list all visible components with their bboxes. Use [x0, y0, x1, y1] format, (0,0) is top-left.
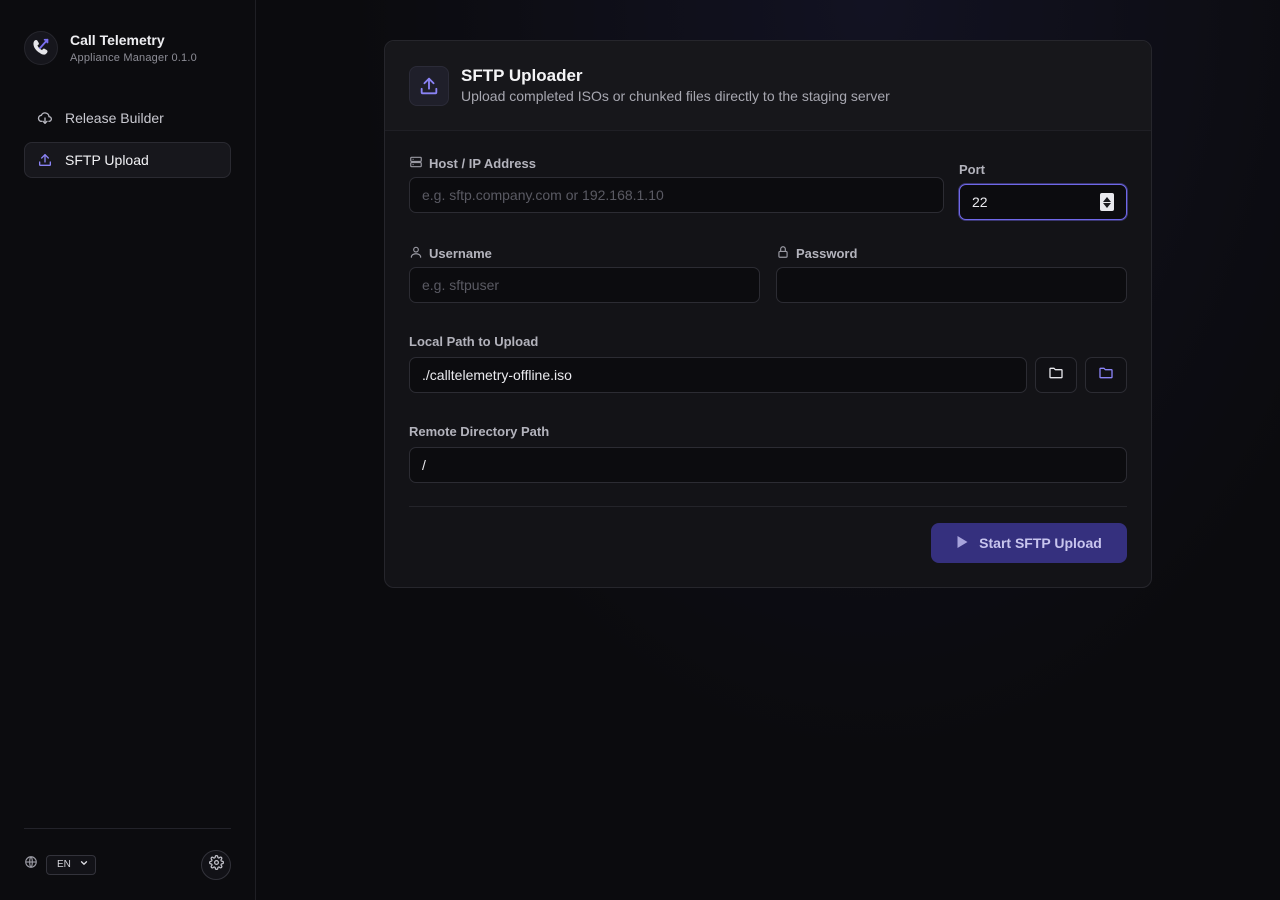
card-title: SFTP Uploader — [461, 66, 583, 85]
start-sftp-upload-button[interactable]: Start SFTP Upload — [931, 523, 1127, 563]
sidebar-item-sftp-upload[interactable]: SFTP Upload — [24, 142, 231, 178]
gear-icon — [208, 854, 224, 875]
lock-icon — [776, 245, 790, 262]
username-input[interactable]: e.g. sftpuser — [409, 267, 760, 303]
host-label: Host / IP Address — [409, 155, 536, 171]
port-stepper[interactable] — [1100, 193, 1114, 211]
play-icon — [956, 535, 969, 552]
app-title: Call Telemetry — [70, 31, 165, 48]
local-path-input[interactable]: ./calltelemetry-offline.iso — [409, 357, 1027, 393]
folder-icon — [1048, 365, 1064, 386]
card-header: SFTP Uploader Upload completed ISOs or c… — [385, 41, 1151, 131]
card-subtitle: Upload completed ISOs or chunked files d… — [461, 88, 890, 104]
app-window: Call Telemetry Appliance Manager 0.1.0 R… — [0, 0, 1280, 900]
sidebar-item-label: Release Builder — [65, 110, 164, 126]
port-label: Port — [959, 161, 985, 177]
sftp-card: SFTP Uploader Upload completed ISOs or c… — [384, 40, 1152, 588]
brand: Call Telemetry Appliance Manager 0.1.0 — [24, 28, 231, 68]
folder-icon — [1098, 365, 1114, 386]
port-value: 22 — [972, 194, 988, 210]
form-divider — [409, 506, 1127, 507]
language-picker: EN — [24, 854, 96, 875]
sidebar-nav: Release Builder SFTP Upload — [24, 100, 231, 178]
sidebar-item-release-builder[interactable]: Release Builder — [24, 100, 231, 136]
main-content: SFTP Uploader Upload completed ISOs or c… — [256, 0, 1280, 900]
password-input[interactable] — [776, 267, 1127, 303]
host-input[interactable]: e.g. sftp.company.com or 192.168.1.10 — [409, 177, 944, 213]
chevron-down-icon — [79, 858, 89, 871]
sidebar: Call Telemetry Appliance Manager 0.1.0 R… — [0, 0, 256, 900]
phone-logo-icon — [24, 31, 58, 65]
sidebar-footer: EN — [24, 828, 231, 900]
upload-icon — [409, 65, 449, 106]
browse-file-button[interactable] — [1035, 357, 1077, 393]
app-version: Appliance Manager 0.1.0 — [70, 51, 197, 64]
cloud-download-icon — [37, 110, 53, 126]
sidebar-item-label: SFTP Upload — [65, 152, 149, 168]
language-select[interactable]: EN — [46, 854, 96, 875]
upload-icon — [37, 152, 53, 168]
port-input[interactable]: 22 — [959, 184, 1127, 220]
server-icon — [409, 155, 423, 172]
browse-folder-button[interactable] — [1085, 357, 1127, 393]
username-label: Username — [409, 245, 492, 261]
settings-button[interactable] — [201, 849, 231, 880]
sftp-form: Host / IP Address e.g. sftp.company.com … — [385, 131, 1151, 587]
remote-path-label: Remote Directory Path — [409, 423, 550, 439]
user-icon — [409, 245, 423, 262]
remote-path-input[interactable]: / — [409, 447, 1127, 483]
language-value: EN — [57, 859, 71, 870]
password-label: Password — [776, 245, 857, 261]
local-path-label: Local Path to Upload — [409, 333, 539, 349]
globe-icon — [24, 855, 38, 874]
